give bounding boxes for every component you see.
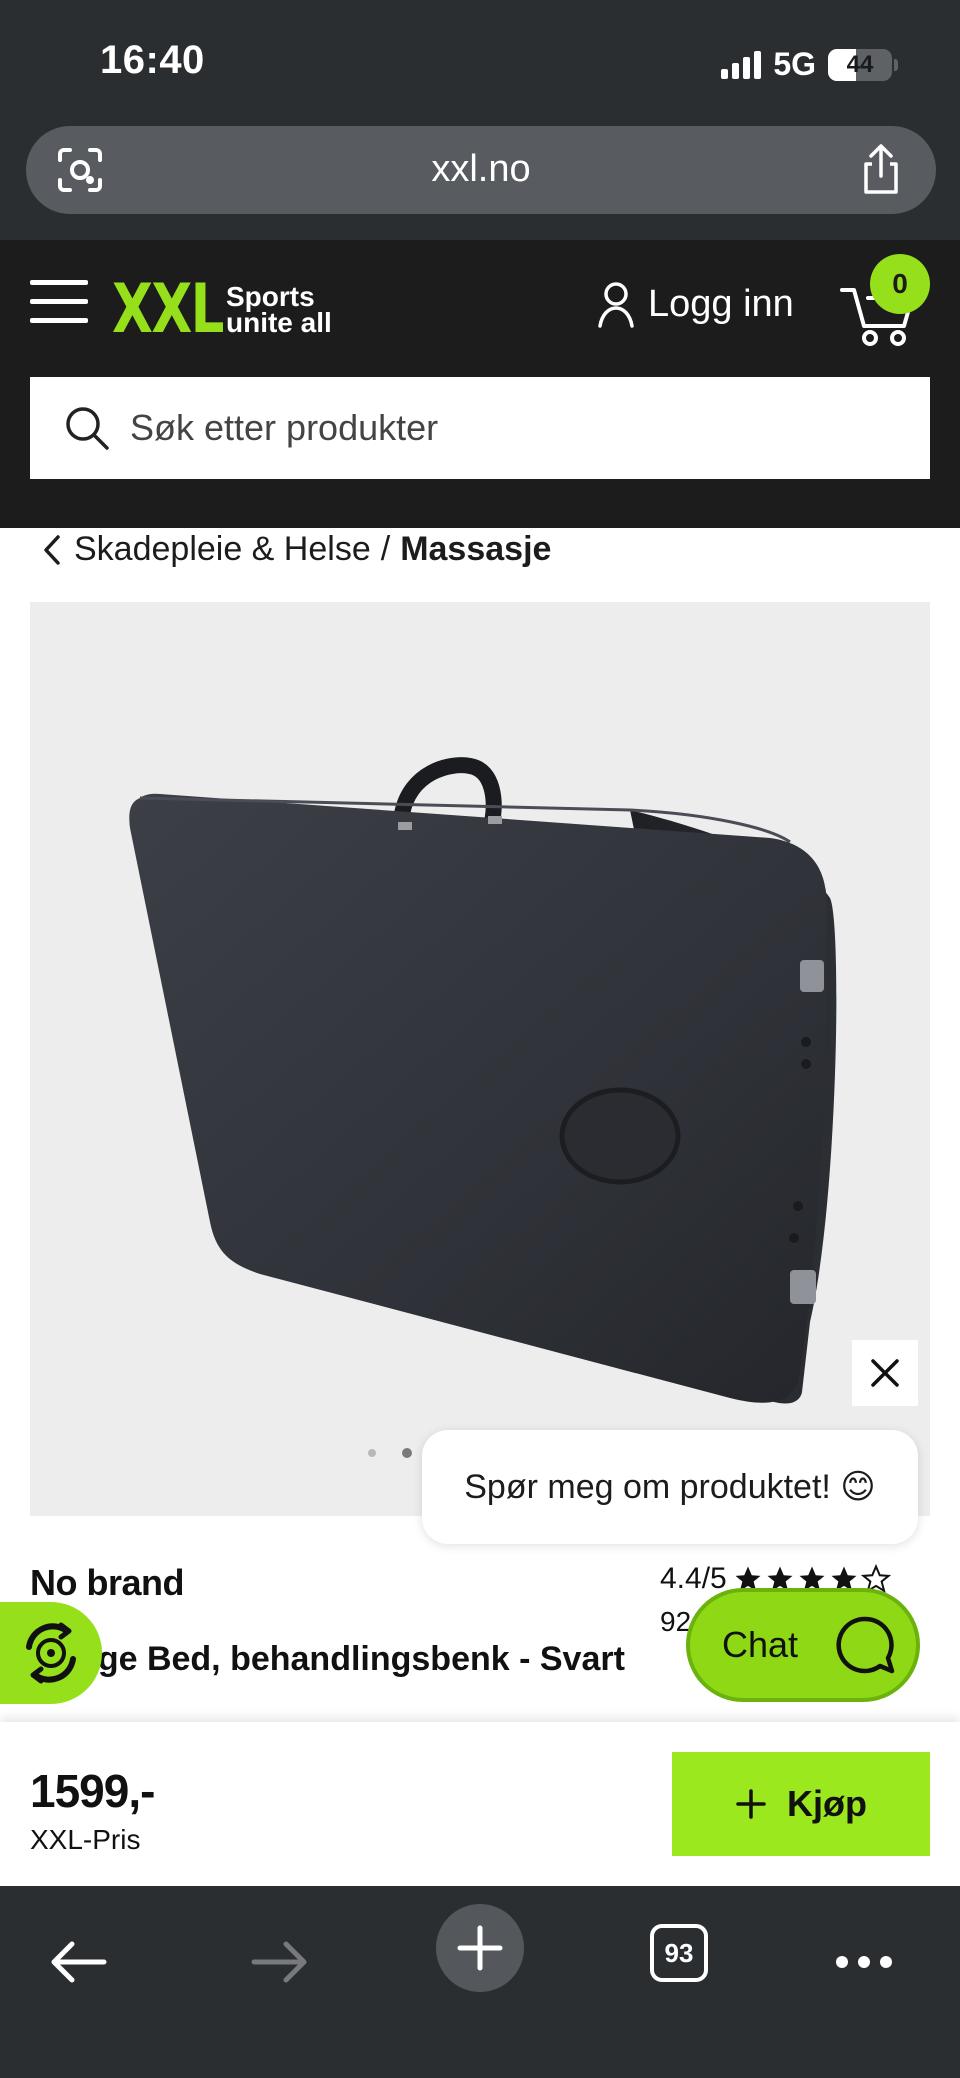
product-title: sage Bed, behandlingsbenk - Svart bbox=[60, 1640, 625, 1678]
price-label: XXL-Pris bbox=[30, 1824, 141, 1855]
breadcrumb-parent[interactable]: Skadepleie & Helse bbox=[74, 530, 371, 569]
search-icon bbox=[66, 407, 109, 450]
login-button[interactable]: Logg inn bbox=[596, 280, 794, 328]
massage-table-image bbox=[129, 757, 837, 1404]
cart-count-badge[interactable]: 0 bbox=[870, 254, 930, 314]
browser-bottom-toolbar: 93 bbox=[0, 1886, 960, 2078]
status-time: 16:40 bbox=[100, 38, 205, 82]
signal-icon bbox=[721, 50, 762, 79]
back-arrow-icon bbox=[51, 1941, 107, 1983]
product-price: 1599,- bbox=[30, 1765, 155, 1817]
close-icon bbox=[871, 1359, 899, 1387]
rating-text: 4.4/5 bbox=[660, 1562, 727, 1595]
chat-button[interactable]: Chat bbox=[686, 1588, 920, 1702]
buy-button-label: Kjøp bbox=[787, 1783, 867, 1824]
search-box[interactable] bbox=[30, 377, 930, 479]
status-indicators: 5G 44 bbox=[721, 46, 898, 83]
battery-level: 44 bbox=[846, 50, 874, 78]
xxl-logo[interactable]: XXL Sports unite all bbox=[112, 270, 332, 349]
wheel-badge-icon bbox=[26, 1622, 76, 1684]
battery-icon: 44 bbox=[828, 48, 892, 81]
logo-tagline: Sports unite all bbox=[226, 280, 332, 338]
logo-wordmark: XXL bbox=[112, 270, 224, 349]
price-bar: 1599,- XXL-Pris Kjøp bbox=[0, 1722, 960, 1886]
share-icon[interactable] bbox=[856, 142, 906, 198]
tab-count-button[interactable]: 93 bbox=[650, 1924, 708, 1982]
search-input[interactable] bbox=[130, 407, 890, 449]
hamburger-menu-icon[interactable] bbox=[30, 280, 88, 324]
close-chat-button[interactable] bbox=[852, 1340, 918, 1406]
more-icon bbox=[836, 1956, 892, 1968]
chat-prompt-bubble[interactable]: Spør meg om produktet! 😊 bbox=[422, 1430, 918, 1544]
new-tab-button[interactable] bbox=[436, 1904, 524, 1992]
chevron-left-icon[interactable] bbox=[40, 533, 64, 567]
product-brand[interactable]: No brand bbox=[30, 1562, 185, 1604]
carousel-dot-active[interactable] bbox=[402, 1448, 412, 1458]
url-text[interactable]: xxl.no bbox=[26, 148, 936, 191]
breadcrumb-separator: / bbox=[380, 530, 391, 568]
wheel-badge-button[interactable] bbox=[0, 1602, 102, 1704]
back-button[interactable] bbox=[38, 1922, 118, 2002]
buy-button[interactable]: Kjøp bbox=[672, 1752, 930, 1856]
forward-button[interactable] bbox=[240, 1922, 320, 2002]
product-image[interactable] bbox=[30, 602, 930, 1516]
image-carousel-dots[interactable] bbox=[368, 1448, 412, 1458]
more-button[interactable] bbox=[824, 1922, 904, 2002]
address-bar[interactable]: xxl.no bbox=[26, 126, 936, 214]
network-type: 5G bbox=[773, 46, 816, 82]
user-icon bbox=[598, 282, 634, 328]
tagline-line-2: unite all bbox=[226, 306, 332, 338]
browser-top-bar: 16:40 5G 44 xxl.no bbox=[0, 0, 960, 240]
site-header: XXL Sports unite all Logg inn 0 bbox=[0, 240, 960, 528]
breadcrumb-current[interactable]: Massasje bbox=[400, 530, 551, 569]
page: 16:40 5G 44 xxl.no XXL Sports unite all … bbox=[0, 0, 960, 2078]
chat-button-label: Chat bbox=[722, 1624, 799, 1665]
carousel-dot[interactable] bbox=[368, 1449, 376, 1457]
plus-icon bbox=[736, 1789, 766, 1819]
tagline-line-1: Sports bbox=[226, 280, 315, 312]
forward-arrow-icon bbox=[251, 1941, 307, 1983]
chat-icon bbox=[836, 1616, 895, 1674]
breadcrumb: Skadepleie & Helse / Massasje bbox=[40, 530, 551, 569]
new-tab-icon bbox=[457, 1925, 503, 1971]
login-label: Logg inn bbox=[648, 282, 794, 325]
